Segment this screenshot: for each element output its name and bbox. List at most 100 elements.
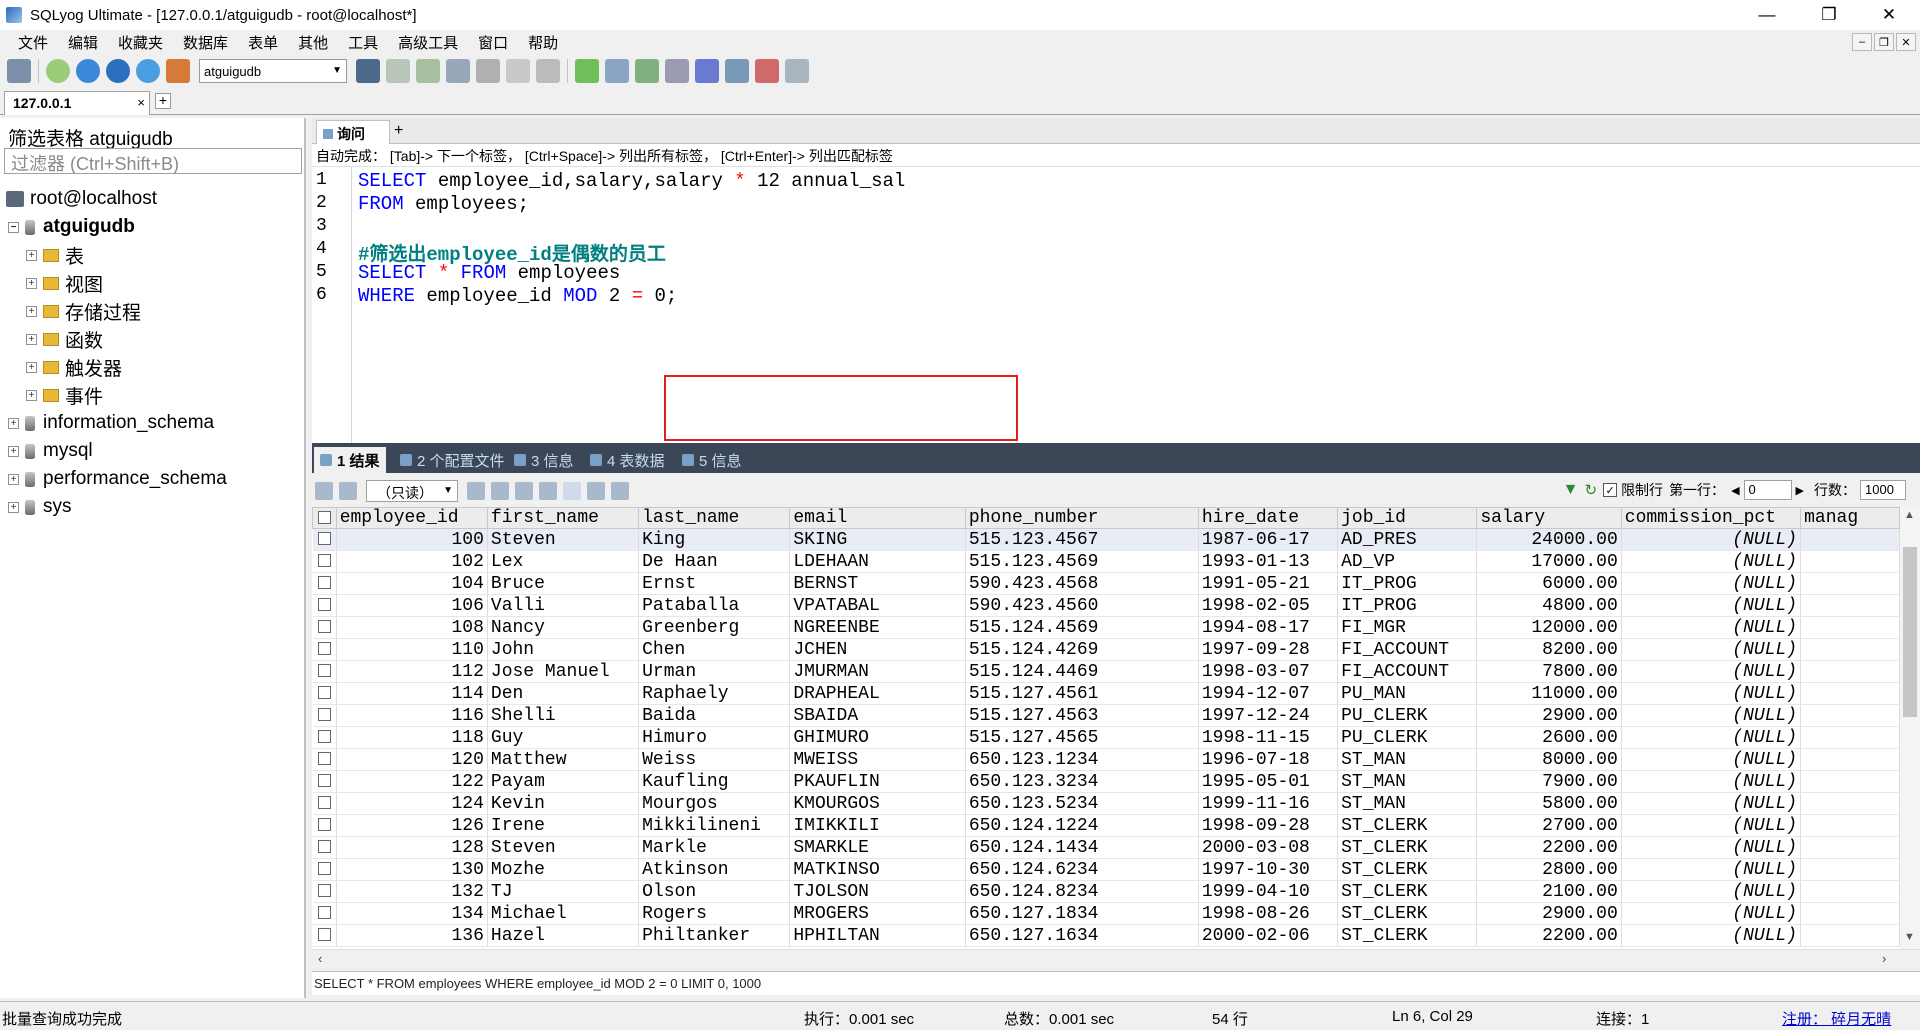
table-cell[interactable]: 650.124.1224 (965, 814, 1199, 837)
table-cell[interactable]: 2200.00 (1476, 836, 1622, 859)
tree-folder-views[interactable]: + 视图 (26, 270, 103, 296)
row-checkbox[interactable] (312, 902, 337, 925)
table-row[interactable]: 112 Jose Manuel Urman JMURMAN 515.124.4469 19… (312, 660, 1900, 683)
column-header[interactable]: commission_pct (1620, 507, 1802, 529)
table-cell[interactable]: 120 (336, 748, 488, 771)
table-cell[interactable]: (NULL) (1621, 814, 1802, 837)
table-cell[interactable]: (NULL) (1621, 748, 1802, 771)
table-cell[interactable]: 2800.00 (1476, 858, 1622, 881)
expand-icon[interactable]: + (26, 389, 37, 401)
column-header[interactable]: first_name (486, 507, 640, 529)
table-cell[interactable]: (NULL) (1621, 704, 1802, 727)
table-row[interactable]: 122 Payam Kaufling PKAUFLIN 650.123.3234 1995… (312, 770, 1900, 793)
connection-tab[interactable]: 127.0.0.1 × (4, 91, 150, 115)
backup-icon[interactable] (386, 59, 410, 83)
table-cell[interactable]: 116 (336, 704, 488, 727)
table-cell[interactable]: GHIMURO (789, 726, 966, 749)
save-icon[interactable] (491, 482, 509, 500)
table-cell[interactable]: Matthew (487, 748, 640, 771)
table-cell[interactable]: 515.123.4569 (965, 550, 1199, 573)
table-cell[interactable]: Urman (638, 660, 791, 683)
horizontal-scrollbar[interactable]: ‹ › (312, 949, 1920, 967)
row-checkbox[interactable] (312, 880, 337, 903)
table-cell[interactable]: (NULL) (1621, 726, 1802, 749)
tree-db-information-schema[interactable]: + information_schema (8, 410, 214, 436)
table-cell[interactable] (1800, 550, 1900, 573)
table-cell[interactable]: 4800.00 (1476, 594, 1622, 617)
table-cell[interactable]: (NULL) (1621, 858, 1802, 881)
table-cell[interactable]: AD_VP (1337, 550, 1478, 573)
prev-page-icon[interactable]: ◀ (1731, 484, 1739, 497)
table-cell[interactable]: Baida (638, 704, 791, 727)
import-result-icon[interactable] (339, 482, 357, 500)
menu-window[interactable]: 窗口 (468, 32, 518, 53)
table-cell[interactable]: 8200.00 (1476, 638, 1622, 661)
table-cell[interactable]: Mourgos (638, 792, 791, 815)
restore-icon[interactable] (416, 59, 440, 83)
grid-view-icon[interactable] (563, 482, 581, 500)
table-cell[interactable]: 124 (336, 792, 488, 815)
table-cell[interactable]: PU_CLERK (1337, 704, 1478, 727)
row-checkbox[interactable] (312, 616, 337, 639)
table-cell[interactable]: ST_MAN (1337, 770, 1478, 793)
table-cell[interactable]: King (638, 528, 791, 551)
table-row[interactable]: 128 Steven Markle SMARKLE 650.124.1434 2000-0… (312, 836, 1900, 859)
table-cell[interactable] (1800, 770, 1900, 793)
table-cell[interactable]: BERNST (789, 572, 966, 595)
table-cell[interactable]: 1987-06-17 (1198, 528, 1339, 551)
limit-checkbox[interactable]: ✓ (1603, 483, 1618, 497)
table-cell[interactable]: PU_CLERK (1337, 726, 1478, 749)
table-cell[interactable]: 1996-07-18 (1198, 748, 1339, 771)
new-query-icon[interactable] (46, 59, 70, 83)
table-cell[interactable]: 2000-03-08 (1198, 836, 1339, 859)
table-cell[interactable]: 1998-11-15 (1198, 726, 1339, 749)
vertical-scrollbar[interactable]: ▲ ▼ (1900, 507, 1920, 949)
table-cell[interactable]: FI_ACCOUNT (1337, 638, 1478, 661)
table-cell[interactable]: (NULL) (1621, 836, 1802, 859)
restore-button[interactable]: ❐ (1806, 0, 1852, 30)
table-cell[interactable]: ST_CLERK (1337, 814, 1478, 837)
table-cell[interactable]: 136 (336, 924, 488, 947)
table-cell[interactable]: Chen (638, 638, 791, 661)
table-cell[interactable]: 515.127.4565 (965, 726, 1199, 749)
table-cell[interactable]: 17000.00 (1476, 550, 1622, 573)
table-row[interactable]: 108 Nancy Greenberg NGREENBE 515.124.4569 199… (312, 616, 1900, 639)
table-cell[interactable]: FI_MGR (1337, 616, 1478, 639)
row-checkbox[interactable] (312, 660, 337, 683)
table-cell[interactable]: Michael (487, 902, 640, 925)
row-checkbox[interactable] (312, 594, 337, 617)
table-cell[interactable]: Irene (487, 814, 640, 837)
table-cell[interactable]: Pataballa (638, 594, 791, 617)
table-cell[interactable]: IT_PROG (1337, 594, 1478, 617)
menu-advanced-tools[interactable]: 高级工具 (388, 32, 468, 53)
table-cell[interactable]: AD_PRES (1337, 528, 1478, 551)
table-cell[interactable]: Guy (487, 726, 640, 749)
table-cell[interactable] (1800, 682, 1900, 705)
table-row[interactable]: 100 Steven King SKING 515.123.4567 1987-06-17… (312, 528, 1900, 551)
close-icon[interactable]: × (137, 95, 145, 110)
table-cell[interactable]: 1997-12-24 (1198, 704, 1339, 727)
table-cell[interactable] (1800, 638, 1900, 661)
table-cell[interactable]: MWEISS (789, 748, 966, 771)
tab-profile[interactable]: 2 个配置文件 (394, 447, 511, 473)
query-builder-icon[interactable] (635, 59, 659, 83)
scroll-left-icon[interactable]: ‹ (318, 951, 322, 966)
table-cell[interactable]: Ernst (638, 572, 791, 595)
column-header[interactable]: email (789, 507, 966, 529)
table-cell[interactable] (1800, 792, 1900, 815)
table-row[interactable]: 136 Hazel Philtanker HPHILTAN 650.127.1634 20… (312, 924, 1900, 947)
table-cell[interactable]: 515.123.4567 (965, 528, 1199, 551)
table-cell[interactable]: Steven (487, 528, 640, 551)
table-cell[interactable]: 122 (336, 770, 488, 793)
table-row[interactable]: 114 Den Raphaely DRAPHEAL 515.127.4561 1994-1… (312, 682, 1900, 705)
table-row[interactable]: 118 Guy Himuro GHIMURO 515.127.4565 1998-11-1… (312, 726, 1900, 749)
table-cell[interactable]: ST_CLERK (1337, 836, 1478, 859)
table-row[interactable]: 102 Lex De Haan LDEHAAN 515.123.4569 1993-01-… (312, 550, 1900, 573)
table-cell[interactable]: 1998-03-07 (1198, 660, 1339, 683)
filter-input[interactable]: 过滤器 (Ctrl+Shift+B) (4, 148, 302, 174)
first-row-input[interactable]: 0 (1743, 480, 1792, 500)
expand-icon[interactable]: + (8, 501, 19, 513)
table-cell[interactable] (1800, 748, 1900, 771)
rows-input[interactable]: 1000 (1860, 480, 1906, 500)
table-cell[interactable]: 132 (336, 880, 488, 903)
